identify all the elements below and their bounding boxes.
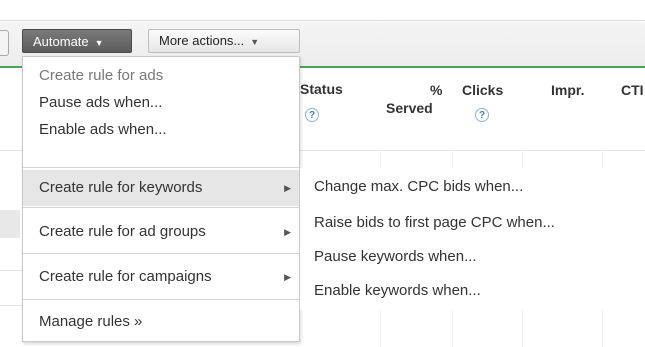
submenu-item-change-max-cpc[interactable]: Change max. CPC bids when... xyxy=(314,178,523,195)
menu-item-manage-rules[interactable]: Manage rules » xyxy=(23,307,299,337)
menu-item-label: Create rule for ad groups xyxy=(39,223,206,240)
previous-button-edge[interactable] xyxy=(0,30,9,56)
help-icon[interactable]: ? xyxy=(305,108,319,122)
menu-item-create-rule-for-ads[interactable]: Create rule for ads xyxy=(23,64,299,88)
submenu-item-pause-keywords[interactable]: Pause keywords when... xyxy=(314,248,477,265)
table-row-divider xyxy=(0,270,22,271)
menu-item-pause-ads[interactable]: Pause ads when... xyxy=(23,91,299,115)
keywords-submenu: Change max. CPC bids when... Raise bids … xyxy=(300,168,645,310)
table-row-divider xyxy=(300,150,645,151)
menu-item-label: Create rule for campaigns xyxy=(39,268,212,285)
column-header-clicks[interactable]: Clicks xyxy=(462,82,503,98)
automate-button[interactable]: Automate ▼ xyxy=(22,29,132,53)
help-icon[interactable]: ? xyxy=(475,108,489,122)
menu-separator xyxy=(23,253,299,254)
column-header-percent[interactable]: % xyxy=(430,82,442,98)
table-row-divider xyxy=(0,150,22,151)
column-header-served[interactable]: Served xyxy=(386,100,433,116)
dropdown-caret-icon: ▼ xyxy=(94,38,104,48)
menu-item-label: Create rule for keywords xyxy=(39,179,203,196)
menu-item-enable-ads[interactable]: Enable ads when... xyxy=(23,118,299,142)
submenu-item-enable-keywords[interactable]: Enable keywords when... xyxy=(314,282,481,299)
automate-menu: Create rule for ads Pause ads when... En… xyxy=(22,56,300,342)
column-header-status[interactable]: Status xyxy=(300,81,343,97)
adwords-screen: Automate ▼ More actions... ▼ Status ? % Se… xyxy=(0,0,645,347)
column-header-ctr[interactable]: CTI xyxy=(621,82,644,98)
column-header-impr[interactable]: Impr. xyxy=(551,82,584,98)
toolbar-top-border xyxy=(0,20,645,21)
table-row xyxy=(0,210,20,238)
submenu-arrow-icon: ▶ xyxy=(284,272,291,282)
menu-separator xyxy=(23,299,299,300)
menu-item-create-rule-for-ad-groups[interactable]: Create rule for ad groups ▶ xyxy=(23,214,299,250)
more-actions-button[interactable]: More actions... ▼ xyxy=(148,29,300,53)
submenu-item-raise-bids[interactable]: Raise bids to first page CPC when... xyxy=(314,214,555,231)
submenu-arrow-icon: ▶ xyxy=(284,183,291,193)
menu-item-create-rule-for-keywords[interactable]: Create rule for keywords ▶ xyxy=(23,170,299,206)
automate-button-label: Automate xyxy=(33,34,89,49)
menu-separator xyxy=(23,167,299,168)
dropdown-caret-icon: ▼ xyxy=(250,37,260,47)
more-actions-button-label: More actions... xyxy=(159,33,245,48)
submenu-arrow-icon: ▶ xyxy=(284,227,291,237)
menu-item-create-rule-for-campaigns[interactable]: Create rule for campaigns ▶ xyxy=(23,259,299,295)
table-row-divider xyxy=(0,305,22,306)
menu-separator xyxy=(23,207,299,208)
